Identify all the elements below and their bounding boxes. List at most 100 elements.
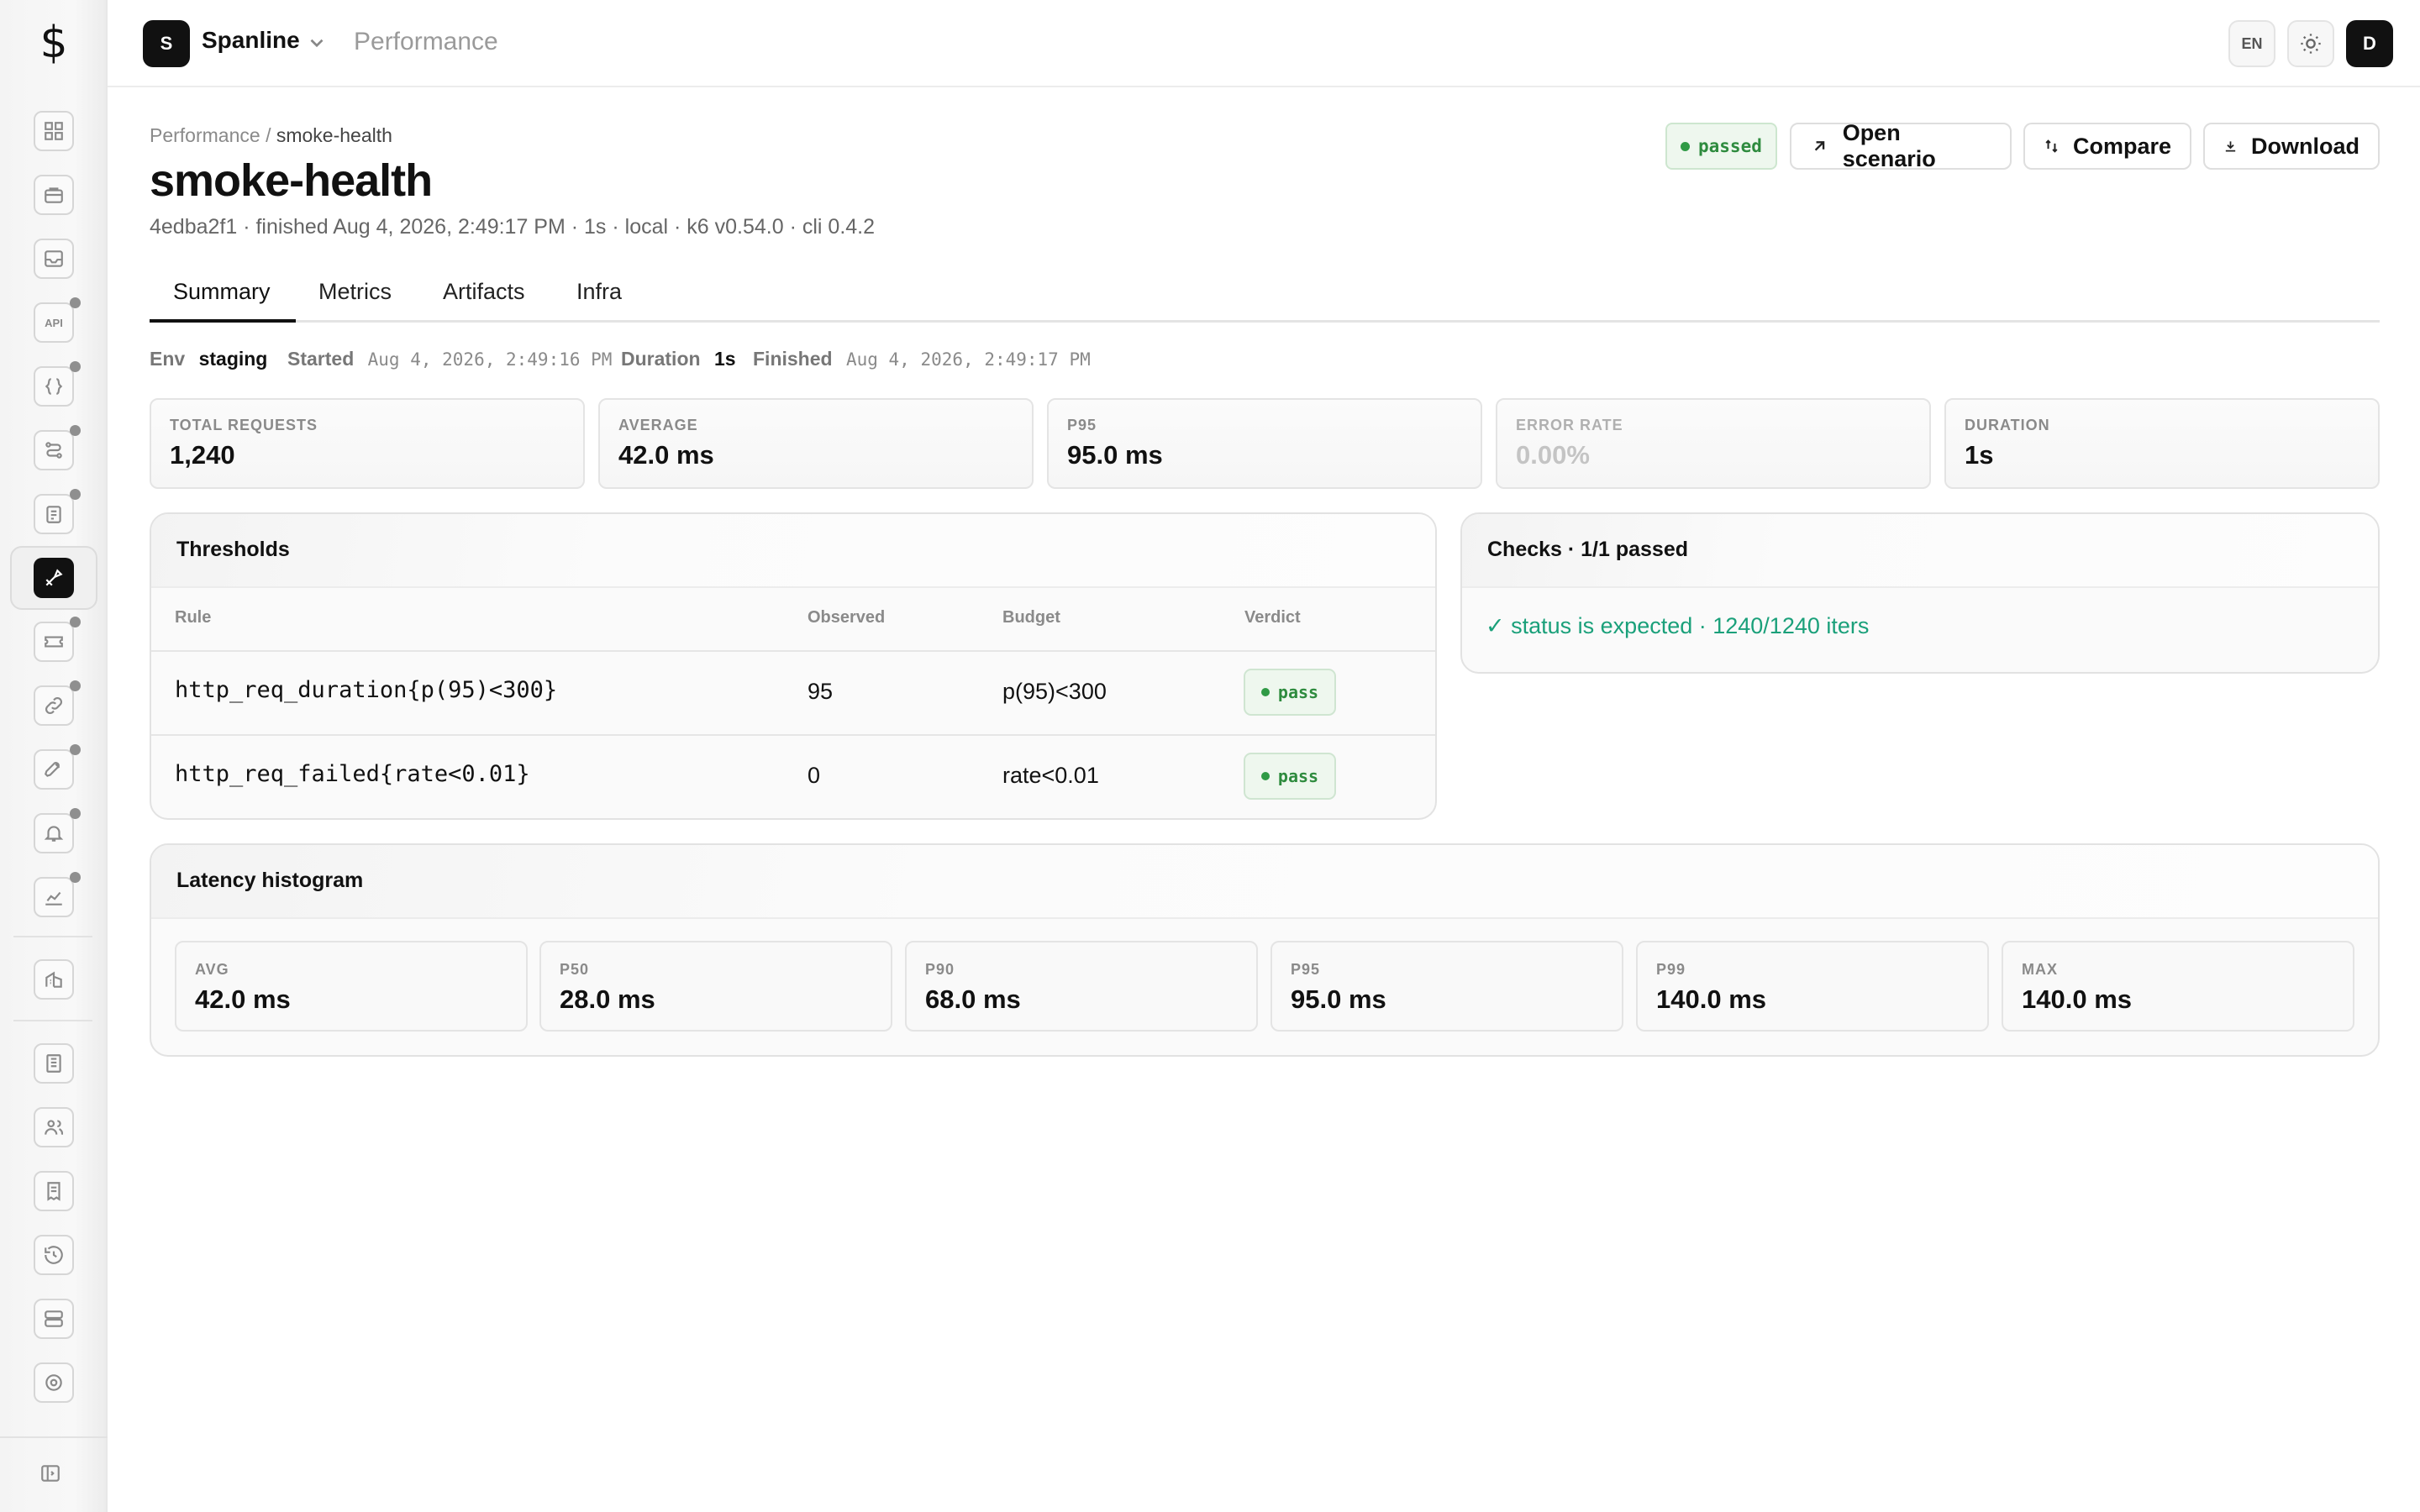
checks-title: Checks · 1/1 passed xyxy=(1487,538,1689,561)
latency-value: 42.0 ms xyxy=(195,984,291,1014)
page-title: smoke-health xyxy=(150,155,433,206)
notification-dot xyxy=(70,872,81,883)
stat-value: 0.00% xyxy=(1516,440,1590,470)
status-badge-label: passed xyxy=(1698,136,1762,156)
thresholds-title: Thresholds xyxy=(176,538,290,561)
compare-icon xyxy=(2045,139,2058,153)
column-header-observed: Observed xyxy=(808,608,886,627)
verdict-label: pass xyxy=(1277,766,1319,786)
threshold-budget: p(95)<300 xyxy=(1002,679,1107,704)
latency-value: 95.0 ms xyxy=(1291,984,1386,1014)
column-header-verdict: Verdict xyxy=(1244,608,1301,627)
breadcrumb-current: smoke-health xyxy=(276,124,392,146)
latency-max: MAX 140.0 ms xyxy=(2002,941,2354,1032)
rocket-icon[interactable] xyxy=(34,744,81,790)
arrow-up-right-icon xyxy=(1814,141,1825,151)
language-button[interactable]: EN xyxy=(2228,20,2275,67)
stat-value: 1,240 xyxy=(170,440,235,470)
open-scenario-label: Open scenario xyxy=(1842,120,1936,171)
api-icon[interactable]: API xyxy=(34,297,81,343)
latency-label: P99 xyxy=(1656,961,1686,978)
gear-icon[interactable] xyxy=(34,1362,74,1403)
run-meta: 4edba2f1 · finished Aug 4, 2026, 2:49:17… xyxy=(150,215,876,239)
stat-value: 1s xyxy=(1965,440,1994,470)
table-icon[interactable] xyxy=(34,1043,74,1084)
threshold-rule: http_req_duration{p(95)<300} xyxy=(175,677,558,703)
theme-toggle[interactable] xyxy=(2287,20,2334,67)
duration-info: Duration 1s xyxy=(621,348,736,370)
breadcrumb-parent[interactable]: Performance xyxy=(150,124,260,146)
env-value: staging xyxy=(198,348,268,370)
stat-label: ERROR RATE xyxy=(1516,417,1623,433)
dashboard-icon[interactable] xyxy=(34,111,74,151)
latency-label: P95 xyxy=(1291,961,1321,978)
tab-artifacts[interactable]: Artifacts xyxy=(443,279,525,305)
started-value: Aug 4, 2026, 2:49:16 PM xyxy=(367,349,613,370)
notification-dot xyxy=(70,617,81,627)
api-icon-label: API xyxy=(45,316,63,329)
download-button[interactable]: Download xyxy=(2203,123,2380,170)
collapse-sidebar-icon[interactable] xyxy=(30,1453,71,1494)
tab-metrics[interactable]: Metrics xyxy=(318,279,392,305)
workspace-avatar[interactable]: S xyxy=(143,20,190,67)
chart-icon[interactable] xyxy=(34,872,81,917)
latency-value: 28.0 ms xyxy=(560,984,655,1014)
started-label: Started xyxy=(287,348,355,370)
latency-value: 140.0 ms xyxy=(2022,984,2132,1014)
notification-dot xyxy=(70,744,81,755)
receipt-icon[interactable] xyxy=(34,1171,74,1211)
tab-summary[interactable]: Summary xyxy=(173,279,271,305)
latency-value: 68.0 ms xyxy=(925,984,1021,1014)
latency-label: P90 xyxy=(925,961,955,978)
duration-value: 1s xyxy=(713,348,736,370)
notification-dot xyxy=(70,808,81,819)
download-icon xyxy=(2225,141,2236,152)
users-icon[interactable] xyxy=(34,1107,74,1147)
sidebar: $ API xyxy=(0,0,108,1512)
clipboard-icon[interactable] xyxy=(34,489,81,534)
threshold-observed: 0 xyxy=(808,763,821,788)
briefcase-icon[interactable] xyxy=(34,175,74,215)
finished-info: Finished Aug 4, 2026, 2:49:17 PM xyxy=(753,348,1091,370)
checks-panel: Checks · 1/1 passed xyxy=(1460,512,2380,674)
verdict-dot xyxy=(1260,772,1270,780)
tab-infra[interactable]: Infra xyxy=(576,279,622,305)
stat-label: P95 xyxy=(1067,417,1097,433)
history-icon[interactable] xyxy=(34,1235,74,1275)
started-info: Started Aug 4, 2026, 2:49:16 PM xyxy=(287,348,612,370)
link-icon[interactable] xyxy=(34,680,81,726)
notification-dot xyxy=(70,297,81,308)
checks-header: Checks · 1/1 passed xyxy=(1462,514,2378,588)
inbox-icon[interactable] xyxy=(34,239,74,279)
sun-icon xyxy=(2301,34,2321,54)
ticket-icon[interactable] xyxy=(34,617,81,662)
workflow-icon[interactable] xyxy=(34,425,81,470)
open-scenario-button[interactable]: Open scenario xyxy=(1790,120,2012,171)
stat-value: 95.0 ms xyxy=(1067,440,1163,470)
verdict-label: pass xyxy=(1277,682,1319,702)
notification-dot xyxy=(70,680,81,691)
chevron-down-icon[interactable] xyxy=(306,32,328,54)
latency-label: P50 xyxy=(560,961,590,978)
sidebar-divider xyxy=(13,936,92,937)
performance-icon-active xyxy=(34,558,74,598)
storage-icon[interactable] xyxy=(34,1299,74,1339)
stat-total-requests: TOTAL REQUESTS 1,240 xyxy=(150,398,585,489)
tab-bar: Summary Metrics Artifacts Infra xyxy=(150,270,2380,323)
active-tab-indicator xyxy=(150,319,296,323)
building-icon[interactable] xyxy=(34,959,74,1000)
stat-label: AVERAGE xyxy=(618,417,698,433)
notification-dot xyxy=(70,489,81,500)
performance-icon[interactable] xyxy=(10,546,97,610)
thresholds-header: Thresholds xyxy=(151,514,1435,588)
bell-icon[interactable] xyxy=(34,808,81,853)
user-avatar[interactable]: D xyxy=(2346,20,2393,67)
latency-avg: AVG 42.0 ms xyxy=(175,941,528,1032)
finished-label: Finished xyxy=(753,348,833,370)
compare-button[interactable]: Compare xyxy=(2023,123,2191,170)
threshold-observed: 95 xyxy=(808,679,834,704)
braces-icon[interactable] xyxy=(34,361,81,407)
app-logo[interactable]: $ xyxy=(0,0,108,86)
workspace-name[interactable]: Spanline xyxy=(202,27,300,54)
sidebar-divider xyxy=(13,1020,92,1021)
